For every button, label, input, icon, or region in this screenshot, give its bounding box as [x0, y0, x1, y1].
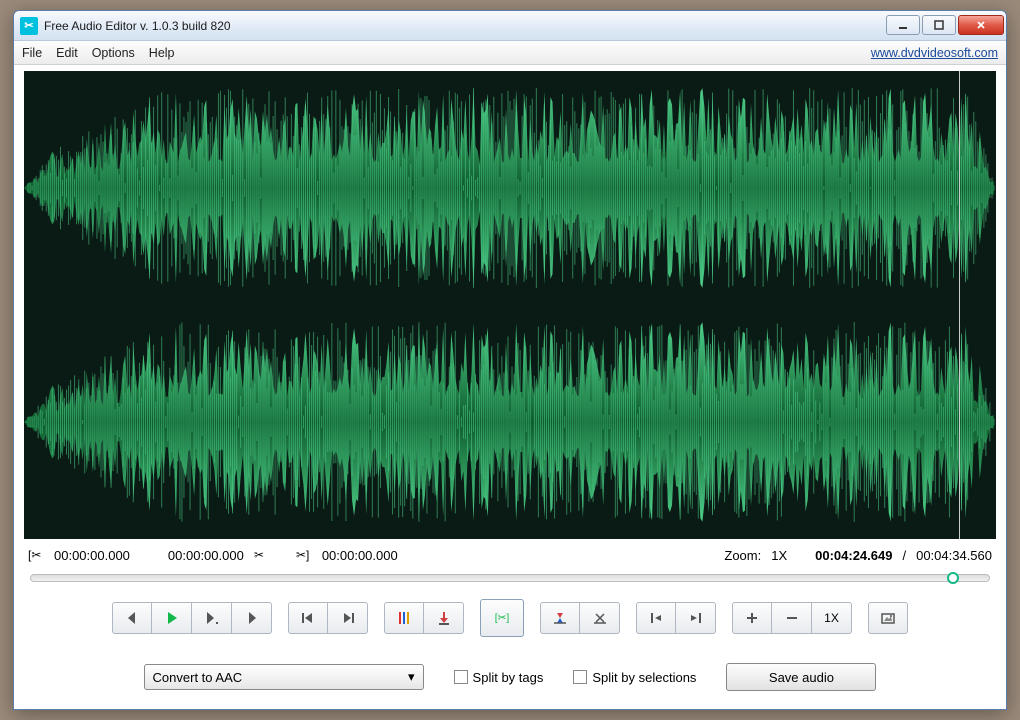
window-controls — [884, 15, 1004, 37]
menu-edit[interactable]: Edit — [56, 46, 78, 60]
transport-toolbar: [✂] 1X — [24, 585, 996, 645]
scrubber[interactable] — [24, 571, 996, 585]
step-forward-button[interactable] — [232, 602, 272, 634]
scrubber-thumb[interactable] — [947, 572, 959, 584]
close-button[interactable] — [958, 15, 1004, 35]
split-by-selections-checkbox[interactable]: Split by selections — [573, 670, 696, 685]
zoom-level-button[interactable]: 1X — [812, 602, 852, 634]
cut-selection-button[interactable]: [✂] — [480, 599, 524, 637]
menu-options[interactable]: Options — [92, 46, 135, 60]
cut-position-icon: ✂] — [296, 547, 312, 563]
menubar: File Edit Options Help www.dvdvideosoft.… — [14, 41, 1006, 65]
time-divider: / — [902, 548, 906, 563]
crop-selection-button[interactable] — [540, 602, 580, 634]
vendor-link[interactable]: www.dvdvideosoft.com — [871, 46, 998, 60]
selection-end-time: 00:00:00.000 — [168, 548, 244, 563]
split-by-tags-label: Split by tags — [473, 670, 544, 685]
convert-format-label: Convert to AAC — [153, 670, 243, 685]
step-back-button[interactable] — [112, 602, 152, 634]
maximize-button[interactable] — [922, 15, 956, 35]
selection-start-icon: [✂ — [28, 547, 44, 563]
zoom-out-button[interactable] — [772, 602, 812, 634]
cut-position-time: 00:00:00.000 — [322, 548, 398, 563]
playhead-marker[interactable] — [959, 71, 960, 539]
minimize-button[interactable] — [886, 15, 920, 35]
skip-end-button[interactable] — [328, 602, 368, 634]
import-marker-button[interactable] — [424, 602, 464, 634]
skip-start-button[interactable] — [288, 602, 328, 634]
dropdown-arrow-icon: ▾ — [408, 669, 415, 685]
set-markers-button[interactable] — [384, 602, 424, 634]
zoom-in-button[interactable] — [732, 602, 772, 634]
selection-info-row: [✂ 00:00:00.000 00:00:00.000 ✂ ✂] 00:00:… — [24, 539, 996, 571]
waveform-display[interactable] — [24, 71, 996, 539]
app-icon: ✂ — [20, 17, 38, 35]
split-by-selections-label: Split by selections — [592, 670, 696, 685]
titlebar[interactable]: ✂ Free Audio Editor v. 1.0.3 build 820 — [14, 11, 1006, 41]
app-window: ✂ Free Audio Editor v. 1.0.3 build 820 F… — [13, 10, 1007, 710]
svg-text:✂]: ✂] — [296, 548, 309, 562]
playback-position: 00:04:24.649 — [815, 548, 892, 563]
goto-selection-start-button[interactable] — [636, 602, 676, 634]
save-audio-button[interactable]: Save audio — [726, 663, 876, 691]
svg-text:[✂]: [✂] — [495, 613, 510, 624]
svg-text:✂: ✂ — [254, 548, 264, 562]
selection-end-icon: ✂ — [254, 547, 270, 563]
selection-start-time: 00:00:00.000 — [54, 548, 130, 563]
zoom-value: 1X — [771, 548, 787, 563]
screenshot-button[interactable] — [868, 602, 908, 634]
zoom-label: Zoom: — [724, 548, 761, 563]
scrubber-track[interactable] — [30, 574, 990, 582]
play-selection-button[interactable] — [192, 602, 232, 634]
window-title: Free Audio Editor v. 1.0.3 build 820 — [44, 19, 884, 33]
menu-file[interactable]: File — [22, 46, 42, 60]
split-by-tags-checkbox[interactable]: Split by tags — [454, 670, 544, 685]
goto-selection-end-button[interactable] — [676, 602, 716, 634]
export-row: Convert to AAC ▾ Split by tags Split by … — [24, 645, 996, 699]
convert-format-dropdown[interactable]: Convert to AAC ▾ — [144, 664, 424, 690]
checkbox-icon — [454, 670, 468, 684]
delete-selection-button[interactable] — [580, 602, 620, 634]
playback-duration: 00:04:34.560 — [916, 548, 992, 563]
svg-text:[✂: [✂ — [28, 548, 41, 562]
play-button[interactable] — [152, 602, 192, 634]
menu-help[interactable]: Help — [149, 46, 175, 60]
checkbox-icon — [573, 670, 587, 684]
content-area: [✂ 00:00:00.000 00:00:00.000 ✂ ✂] 00:00:… — [14, 65, 1006, 709]
